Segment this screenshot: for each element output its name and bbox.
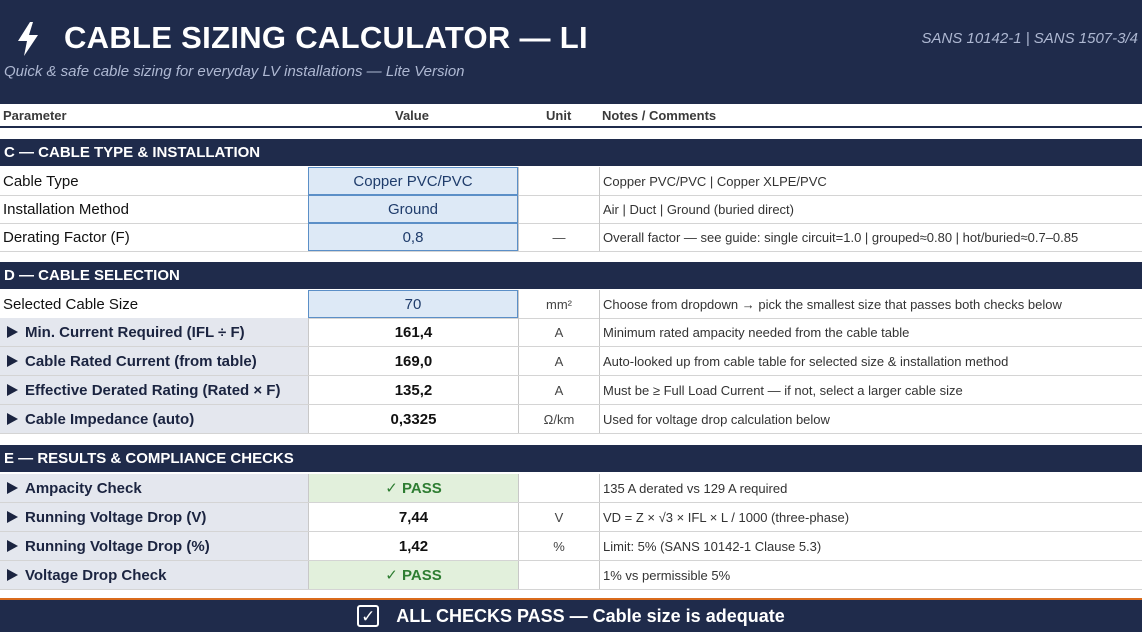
- result-banner-text: ALL CHECKS PASS — Cable size is adequate: [396, 605, 785, 626]
- param-label: Running Voltage Drop (V): [0, 503, 308, 531]
- row-rated-current: Cable Rated Current (from table) 169,0 A…: [0, 347, 1142, 376]
- notes-text: Limit: 5% (SANS 10142-1 Clause 5.3): [599, 532, 1142, 560]
- unit-label: [518, 195, 599, 223]
- notes-text: Minimum rated ampacity needed from the c…: [599, 318, 1142, 346]
- param-label-text: Cable Rated Current (from table): [25, 352, 257, 370]
- unit-label: [518, 474, 599, 502]
- column-headers: Parameter Value Unit Notes / Comments: [0, 104, 1142, 128]
- play-arrow-icon: [7, 355, 18, 367]
- row-effective-rating: Effective Derated Rating (Rated × F) 135…: [0, 376, 1142, 405]
- notes-text: Choose from dropdown → pick the smallest…: [599, 290, 1142, 318]
- row-installation-method: Installation Method Ground Air | Duct | …: [0, 195, 1142, 224]
- play-arrow-icon: [7, 482, 18, 494]
- row-voltage-drop-percent: Running Voltage Drop (%) 1,42 % Limit: 5…: [0, 532, 1142, 561]
- play-arrow-icon: [7, 511, 18, 523]
- param-label-text: Min. Current Required (IFL ÷ F): [25, 323, 245, 341]
- play-arrow-icon: [7, 384, 18, 396]
- computed-value: 7,44: [308, 503, 518, 531]
- row-voltage-drop-v: Running Voltage Drop (V) 7,44 V VD = Z ×…: [0, 503, 1142, 532]
- computed-value: 169,0: [308, 347, 518, 375]
- app-subtitle: Quick & safe cable sizing for everyday L…: [4, 63, 465, 80]
- param-label: Cable Impedance (auto): [0, 405, 308, 433]
- section-header-d: D — CABLE SELECTION: [0, 262, 1142, 289]
- notes-text: 1% vs permissible 5%: [599, 561, 1142, 589]
- checkbox-checked-icon: ✓: [357, 605, 380, 627]
- unit-label: A: [518, 376, 599, 404]
- section-header-e: E — RESULTS & COMPLIANCE CHECKS: [0, 445, 1142, 472]
- row-ampacity-check: Ampacity Check ✓ PASS 135 A derated vs 1…: [0, 474, 1142, 503]
- param-label: Voltage Drop Check: [0, 561, 308, 589]
- unit-label: —: [518, 223, 599, 251]
- notes-text: Copper PVC/PVC | Copper XLPE/PVC: [599, 167, 1142, 195]
- standards-reference: SANS 10142-1 | SANS 1507-3/4: [921, 30, 1138, 47]
- param-label-text: Running Voltage Drop (%): [25, 537, 210, 555]
- param-label-text: Effective Derated Rating (Rated × F): [25, 381, 281, 399]
- notes-text: Air | Duct | Ground (buried direct): [599, 195, 1142, 223]
- lightning-bolt-icon: [18, 22, 38, 56]
- param-label: Running Voltage Drop (%): [0, 532, 308, 560]
- column-header-notes: Notes / Comments: [602, 108, 717, 123]
- computed-value: 135,2: [308, 376, 518, 404]
- derating-factor-input[interactable]: 0,8: [308, 223, 518, 251]
- param-label-text: Cable Impedance (auto): [25, 410, 195, 428]
- column-header-unit: Unit: [546, 108, 572, 123]
- param-label: Selected Cable Size: [3, 295, 139, 313]
- param-label: Min. Current Required (IFL ÷ F): [0, 318, 308, 346]
- unit-label: A: [518, 318, 599, 346]
- unit-label: %: [518, 532, 599, 560]
- cable-type-select[interactable]: Copper PVC/PVC: [308, 167, 518, 195]
- play-arrow-icon: [7, 540, 18, 552]
- row-derating-factor: Derating Factor (F) 0,8 — Overall factor…: [0, 223, 1142, 252]
- result-banner: ✓ ALL CHECKS PASS — Cable size is adequa…: [0, 598, 1142, 632]
- app-header: CABLE SIZING CALCULATOR — LI Quick & saf…: [0, 0, 1142, 104]
- row-cable-impedance: Cable Impedance (auto) 0,3325 Ω/km Used …: [0, 405, 1142, 434]
- unit-label: mm²: [518, 290, 599, 318]
- installation-method-select[interactable]: Ground: [308, 195, 518, 223]
- notes-text: Used for voltage drop calculation below: [599, 405, 1142, 433]
- column-header-value: Value: [395, 108, 429, 123]
- notes-text: Must be ≥ Full Load Current — if not, se…: [599, 376, 1142, 404]
- param-label: Effective Derated Rating (Rated × F): [0, 376, 308, 404]
- unit-label: A: [518, 347, 599, 375]
- voltage-drop-status-badge: ✓ PASS: [308, 561, 518, 589]
- section-title-c: C — CABLE TYPE & INSTALLATION: [4, 144, 261, 161]
- cable-size-select[interactable]: 70: [308, 290, 518, 318]
- unit-label: [518, 561, 599, 589]
- play-arrow-icon: [7, 413, 18, 425]
- param-label-text: Voltage Drop Check: [25, 566, 167, 584]
- row-voltage-drop-check: Voltage Drop Check ✓ PASS 1% vs permissi…: [0, 561, 1142, 590]
- unit-label: Ω/km: [518, 405, 599, 433]
- param-label: Cable Rated Current (from table): [0, 347, 308, 375]
- play-arrow-icon: [7, 569, 18, 581]
- column-header-parameter: Parameter: [3, 108, 67, 123]
- computed-value: 1,42: [308, 532, 518, 560]
- notes-text: Overall factor — see guide: single circu…: [599, 223, 1142, 251]
- section-title-e: E — RESULTS & COMPLIANCE CHECKS: [4, 450, 294, 467]
- param-label-text: Running Voltage Drop (V): [25, 508, 207, 526]
- computed-value: 0,3325: [308, 405, 518, 433]
- param-label-text: Ampacity Check: [25, 479, 142, 497]
- param-label: Cable Type: [3, 172, 79, 190]
- notes-text: Auto-looked up from cable table for sele…: [599, 347, 1142, 375]
- app-title: CABLE SIZING CALCULATOR — LI: [64, 20, 588, 55]
- unit-label: V: [518, 503, 599, 531]
- computed-value: 161,4: [308, 318, 518, 346]
- section-header-c: C — CABLE TYPE & INSTALLATION: [0, 139, 1142, 166]
- notes-text: VD = Z × √3 × IFL × L / 1000 (three-phas…: [599, 503, 1142, 531]
- unit-label: [518, 167, 599, 195]
- play-arrow-icon: [7, 326, 18, 338]
- row-min-current: Min. Current Required (IFL ÷ F) 161,4 A …: [0, 318, 1142, 347]
- notes-text: 135 A derated vs 129 A required: [599, 474, 1142, 502]
- ampacity-status-badge: ✓ PASS: [308, 474, 518, 502]
- row-cable-size: Selected Cable Size 70 mm² Choose from d…: [0, 290, 1142, 319]
- section-title-d: D — CABLE SELECTION: [4, 267, 180, 284]
- param-label: Installation Method: [3, 200, 129, 218]
- param-label: Derating Factor (F): [3, 228, 130, 246]
- param-label: Ampacity Check: [0, 474, 308, 502]
- row-cable-type: Cable Type Copper PVC/PVC Copper PVC/PVC…: [0, 167, 1142, 196]
